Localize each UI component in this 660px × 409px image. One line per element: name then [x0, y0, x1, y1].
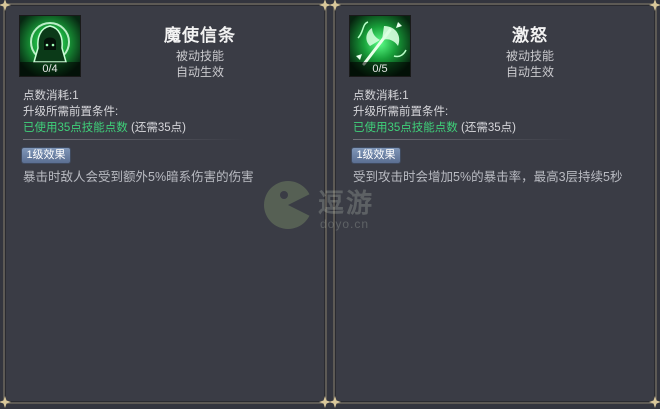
corner-ornament-icon [649, 0, 660, 11]
skill-activation-mode: 自动生效 [505, 65, 554, 79]
skill-tooltip-stage: 0/4 魔使信条 被动技能 自动生效 点数消耗:1 升级所需前置条件: 已使用3… [0, 0, 660, 409]
skill-type: 被动技能 [175, 49, 224, 63]
doyo-logo-icon [264, 181, 314, 229]
section-divider [353, 139, 575, 140]
corner-ornament-icon [649, 396, 660, 408]
skill-point-cost: 点数消耗:1 [353, 90, 409, 102]
corner-ornament-icon [0, 0, 11, 11]
section-divider [23, 139, 245, 140]
upgrade-requirement: 已使用35点技能点数 (还需35点) [353, 119, 516, 135]
requirement-remaining-text: (还需35点) [131, 122, 186, 134]
requirement-met-text: 已使用35点技能点数 [353, 122, 458, 134]
watermark-logo-text: 逗游 [318, 189, 375, 219]
skill-activation-mode: 自动生效 [175, 65, 224, 79]
corner-ornament-icon [329, 396, 341, 408]
upgrade-requirement-title: 升级所需前置条件: [23, 106, 119, 118]
skill-name: 魔使信条 [164, 26, 236, 45]
skill-type: 被动技能 [505, 49, 554, 63]
skill-icon-slot[interactable]: 0/5 [349, 15, 411, 77]
skill-icon-slot[interactable]: 0/4 [19, 15, 81, 77]
corner-ornament-icon [0, 396, 11, 408]
requirement-remaining-text: (还需35点) [461, 122, 516, 134]
effect-level-badge: 1级效果 [352, 148, 400, 163]
upgrade-requirement-title: 升级所需前置条件: [353, 106, 449, 118]
watermark-domain: doyo.cn [320, 217, 370, 231]
skill-point-cost: 点数消耗:1 [23, 90, 79, 102]
skill-name: 激怒 [512, 26, 548, 45]
effect-level-badge: 1级效果 [22, 148, 70, 163]
skill-level-counter: 0/5 [350, 62, 410, 76]
corner-ornament-icon [329, 0, 341, 11]
upgrade-requirement: 已使用35点技能点数 (还需35点) [23, 119, 186, 135]
requirement-met-text: 已使用35点技能点数 [23, 122, 128, 134]
site-watermark: 逗游 doyo.cn [262, 177, 412, 247]
skill-level-counter: 0/4 [20, 62, 80, 76]
